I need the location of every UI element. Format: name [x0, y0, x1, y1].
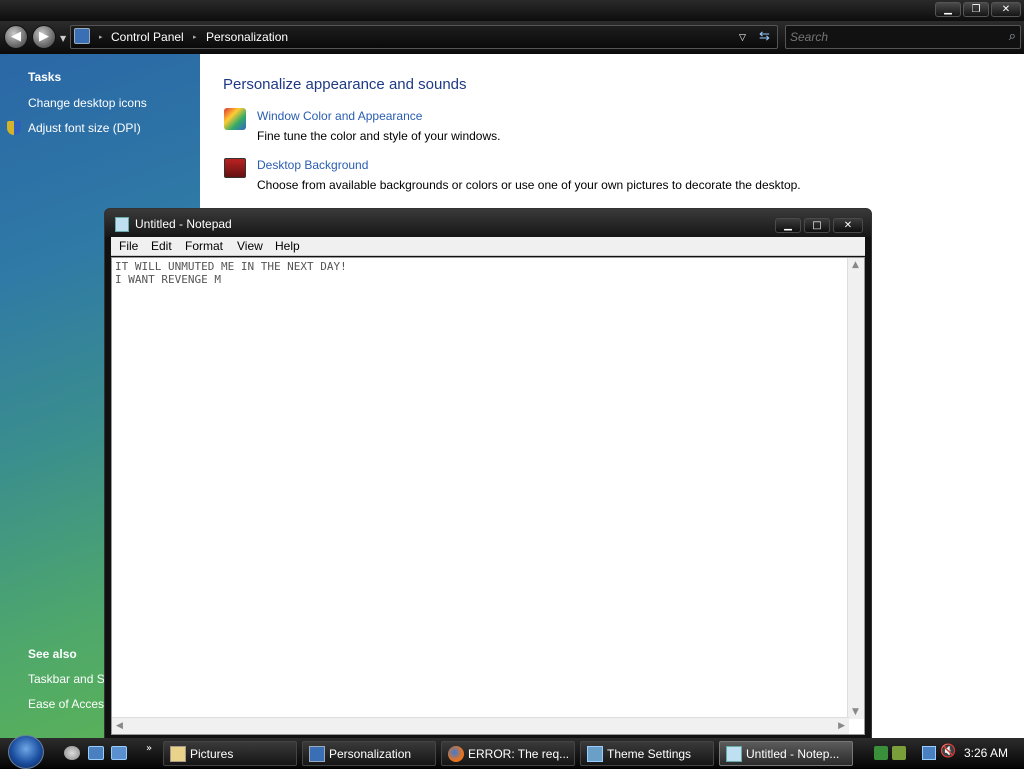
breadcrumb-separator-icon: ▸: [99, 34, 103, 41]
menu-edit[interactable]: Edit: [151, 239, 172, 253]
breadcrumb-control-panel[interactable]: Control Panel: [111, 30, 184, 44]
horizontal-scrollbar[interactable]: ◀ ▶: [112, 717, 849, 734]
taskbar-label: Theme Settings: [607, 747, 692, 761]
notepad-text-area[interactable]: IT WILL UNMUTED ME IN THE NEXT DAY! I WA…: [111, 257, 865, 735]
theme-settings-icon: [587, 746, 603, 762]
change-desktop-icons-link[interactable]: Change desktop icons: [28, 96, 147, 110]
taskbar: » Pictures Personalization ERROR: The re…: [0, 735, 1024, 769]
desktop-background-icon: [224, 158, 246, 178]
start-button[interactable]: [8, 735, 44, 769]
breadcrumb-separator-icon: ▸: [193, 34, 197, 41]
ease-of-access-link[interactable]: Ease of Access: [28, 697, 110, 711]
notepad-title-bar[interactable]: Untitled - Notepad ▁ □ ✕: [105, 209, 871, 237]
taskbar-button-theme-settings[interactable]: Theme Settings: [580, 741, 714, 766]
uac-shield-icon: [7, 121, 21, 135]
minimize-button[interactable]: ▁: [935, 2, 961, 17]
scroll-up-icon[interactable]: ▲: [852, 260, 859, 270]
address-dropdown-icon[interactable]: ▽: [739, 32, 746, 43]
notepad-text[interactable]: IT WILL UNMUTED ME IN THE NEXT DAY! I WA…: [115, 260, 845, 715]
notepad-window: Untitled - Notepad ▁ □ ✕ File Edit Forma…: [104, 208, 872, 739]
switch-windows-icon[interactable]: [111, 746, 127, 760]
window-color-link[interactable]: Window Color and Appearance: [257, 109, 422, 123]
menu-view[interactable]: View: [237, 239, 263, 253]
network-icon[interactable]: [922, 746, 936, 760]
restore-button[interactable]: ❐: [963, 2, 989, 17]
refresh-icon[interactable]: ⇆: [759, 28, 770, 44]
address-bar[interactable]: ▸ Control Panel ▸ Personalization ▽ ⇆: [70, 25, 778, 49]
desktop-background-link[interactable]: Desktop Background: [257, 158, 368, 172]
taskbar-label: Personalization: [329, 747, 412, 761]
scroll-left-icon[interactable]: ◀: [116, 721, 123, 731]
quick-launch-overflow-icon[interactable]: »: [146, 743, 152, 754]
vertical-scrollbar[interactable]: ▲ ▼: [847, 258, 864, 719]
taskbar-button-notepad[interactable]: Untitled - Notep...: [719, 741, 853, 766]
navigation-bar: ◀ ▶ ▼ ▸ Control Panel ▸ Personalization …: [0, 21, 1024, 54]
clock[interactable]: 3:26 AM: [964, 746, 1008, 760]
breadcrumb-personalization[interactable]: Personalization: [206, 30, 288, 44]
update-icon[interactable]: [892, 746, 906, 760]
notepad-menu-bar: File Edit Format View Help: [111, 237, 865, 256]
taskbar-button-pictures[interactable]: Pictures: [163, 741, 297, 766]
recent-pages-chevron-icon[interactable]: ▼: [60, 34, 66, 43]
window-color-description: Fine tune the color and style of your wi…: [257, 129, 501, 143]
notepad-title: Untitled - Notepad: [135, 217, 232, 231]
taskbar-label: Untitled - Notep...: [746, 747, 840, 761]
see-also-heading: See also: [28, 647, 77, 661]
search-icon[interactable]: ⌕: [1009, 29, 1016, 44]
control-panel-icon: [309, 746, 325, 762]
taskbar-button-personalization[interactable]: Personalization: [302, 741, 436, 766]
search-input[interactable]: [790, 28, 990, 46]
menu-help[interactable]: Help: [275, 239, 300, 253]
back-button[interactable]: ◀: [4, 25, 28, 49]
taskbar-label: ERROR: The req...: [468, 747, 570, 761]
security-icon[interactable]: [874, 746, 888, 760]
notepad-icon: [726, 746, 742, 762]
search-box[interactable]: ⌕: [785, 25, 1021, 49]
page-title: Personalize appearance and sounds: [223, 76, 467, 93]
notepad-icon: [115, 217, 129, 232]
menu-file[interactable]: File: [119, 239, 138, 253]
notepad-close-button[interactable]: ✕: [833, 218, 863, 233]
notepad-minimize-button[interactable]: ▁: [775, 218, 801, 233]
explorer-title-bar[interactable]: ▁ ❐ ✕: [0, 0, 1024, 21]
scroll-right-icon[interactable]: ▶: [838, 721, 845, 731]
color-palette-icon: [224, 108, 246, 130]
forward-button[interactable]: ▶: [32, 25, 56, 49]
notepad-maximize-button[interactable]: □: [804, 218, 830, 233]
taskbar-link[interactable]: Taskbar and St: [28, 672, 108, 686]
system-tray: 🔇 3:26 AM: [868, 741, 1024, 766]
desktop-background-description: Choose from available backgrounds or col…: [257, 178, 801, 192]
show-desktop-icon[interactable]: [88, 746, 104, 760]
volume-muted-icon[interactable]: 🔇: [940, 744, 956, 759]
folder-icon: [170, 746, 186, 762]
scroll-down-icon[interactable]: ▼: [852, 707, 859, 717]
firefox-icon: [448, 746, 464, 762]
taskbar-button-firefox[interactable]: ERROR: The req...: [441, 741, 575, 766]
taskbar-label: Pictures: [190, 747, 234, 761]
menu-format[interactable]: Format: [185, 239, 223, 253]
close-button[interactable]: ✕: [991, 2, 1021, 17]
control-panel-icon: [74, 28, 90, 44]
media-player-icon[interactable]: [64, 746, 80, 760]
adjust-font-size-link[interactable]: Adjust font size (DPI): [28, 121, 141, 135]
tasks-heading: Tasks: [28, 70, 62, 84]
